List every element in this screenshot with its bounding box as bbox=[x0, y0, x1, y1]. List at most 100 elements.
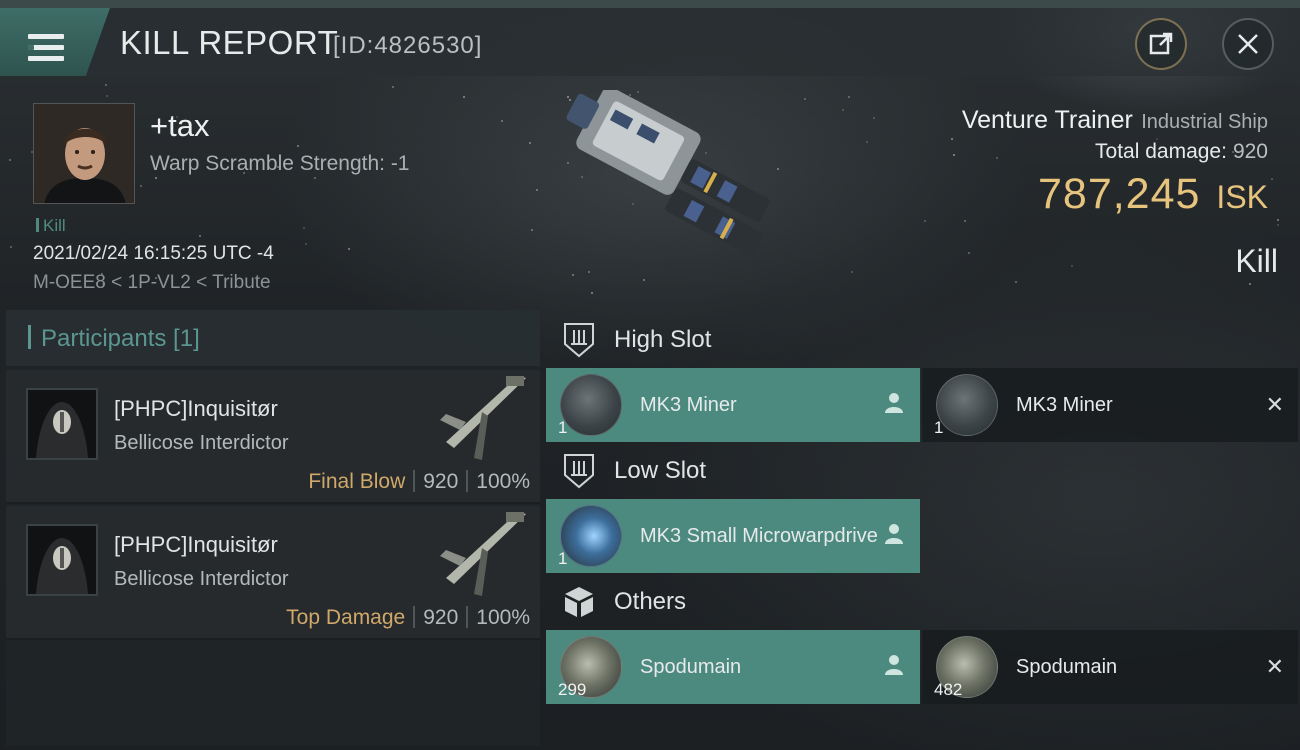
star bbox=[314, 177, 316, 179]
star bbox=[1071, 265, 1073, 267]
kill-tag: Kill bbox=[36, 216, 66, 236]
item-icon bbox=[560, 505, 622, 567]
participant-avatar[interactable] bbox=[26, 388, 98, 460]
star bbox=[463, 96, 465, 98]
person-icon bbox=[885, 655, 903, 675]
star bbox=[924, 220, 926, 222]
participant-ship: Bellicose Interdictor bbox=[114, 432, 289, 454]
star bbox=[848, 96, 850, 98]
avatar bbox=[34, 104, 134, 203]
star bbox=[297, 145, 299, 147]
close-icon bbox=[1238, 34, 1258, 54]
participant-row[interactable]: [PHPC]Inquisitør Bellicose Interdictor F… bbox=[6, 370, 540, 504]
star bbox=[842, 109, 844, 111]
share-icon bbox=[1149, 32, 1173, 55]
star bbox=[964, 220, 966, 222]
star bbox=[1015, 281, 1017, 283]
item-name: Spodumain bbox=[640, 656, 742, 678]
item-dropped[interactable]: 1 MK3 Miner bbox=[546, 368, 920, 442]
avatar bbox=[28, 526, 96, 594]
star bbox=[348, 248, 350, 250]
total-damage-value: 920 bbox=[1232, 140, 1268, 163]
share-button[interactable] bbox=[1135, 18, 1187, 70]
header-bar: KILL REPORT [ID:4826530] bbox=[0, 0, 1300, 80]
item-icon bbox=[560, 374, 622, 436]
star bbox=[1249, 283, 1251, 285]
item-destroyed[interactable]: 482 Spodumain ✕ bbox=[922, 630, 1298, 704]
participant-name: [PHPC]Inquisitør bbox=[114, 532, 278, 557]
participant-name: [PHPC]Inquisitør bbox=[114, 396, 278, 421]
avatar bbox=[28, 390, 96, 458]
total-damage-label: Total damage: bbox=[1095, 140, 1227, 163]
others-header: Others bbox=[548, 574, 1298, 634]
item-name: Spodumain bbox=[1016, 656, 1118, 678]
box-icon bbox=[565, 587, 593, 617]
person-icon bbox=[885, 393, 903, 413]
star bbox=[1271, 178, 1273, 180]
total-damage: Total damage: 920 bbox=[1095, 140, 1268, 164]
participant-percent: 100% bbox=[476, 606, 530, 629]
low-slot-header: Low Slot bbox=[548, 443, 1298, 503]
participant-role: Final Blow bbox=[308, 470, 406, 493]
isk-unit: ISK bbox=[1216, 179, 1268, 215]
item-qty: 1 bbox=[558, 418, 568, 437]
item-qty: 299 bbox=[558, 680, 587, 699]
item-destroyed[interactable]: 1 MK3 Miner ✕ bbox=[922, 368, 1298, 442]
item-qty: 1 bbox=[558, 549, 568, 568]
person-icon bbox=[885, 524, 903, 544]
participant-role: Top Damage bbox=[286, 606, 406, 629]
participant-damage: 920 bbox=[423, 470, 459, 493]
item-name: MK3 Miner bbox=[1016, 394, 1113, 416]
ship-info: Venture Trainer Industrial Ship bbox=[962, 106, 1268, 135]
star bbox=[996, 157, 998, 159]
high-slot-icon bbox=[564, 323, 594, 358]
star bbox=[866, 141, 868, 143]
kill-datetime: 2021/02/24 16:15:25 UTC -4 bbox=[33, 243, 274, 264]
star bbox=[501, 120, 503, 122]
page-title: KILL REPORT bbox=[120, 24, 339, 61]
isk-value-line: 787,245 ISK bbox=[1038, 170, 1268, 219]
star bbox=[951, 138, 953, 140]
header-accent-line bbox=[0, 0, 1300, 8]
x-icon: ✕ bbox=[1265, 654, 1284, 679]
participant-row[interactable]: [PHPC]Inquisitør Bellicose Interdictor T… bbox=[6, 506, 540, 640]
victim-portrait[interactable] bbox=[33, 103, 135, 204]
low-slot-icon bbox=[564, 454, 594, 489]
star bbox=[199, 235, 201, 237]
star bbox=[873, 117, 875, 119]
close-button[interactable] bbox=[1222, 18, 1274, 70]
kill-type: Kill bbox=[1235, 243, 1278, 279]
star bbox=[303, 227, 305, 229]
item-qty: 1 bbox=[934, 418, 944, 437]
participant-stats: Top Damage 920 100% bbox=[286, 606, 530, 630]
hamburger-icon[interactable] bbox=[28, 34, 64, 64]
star bbox=[140, 185, 142, 187]
item-name: MK3 Small Microwarpdrive bbox=[640, 525, 878, 547]
ship-name[interactable]: Venture Trainer bbox=[962, 106, 1133, 134]
participants-title: Participants [1] bbox=[28, 325, 200, 353]
report-id: [ID:4826530] bbox=[333, 32, 483, 59]
participant-avatar[interactable] bbox=[26, 524, 98, 596]
item-qty: 482 bbox=[934, 680, 963, 699]
star bbox=[1277, 219, 1279, 221]
item-name: MK3 Miner bbox=[640, 394, 737, 416]
star bbox=[953, 154, 955, 156]
star bbox=[10, 246, 12, 248]
low-slot-label: Low Slot bbox=[614, 457, 707, 484]
warp-scramble-strength: Warp Scramble Strength: -1 bbox=[150, 152, 410, 175]
item-icon bbox=[936, 374, 998, 436]
star bbox=[106, 95, 108, 97]
item-dropped[interactable]: 299 Spodumain bbox=[546, 630, 920, 704]
star bbox=[851, 271, 853, 273]
participant-damage: 920 bbox=[423, 606, 459, 629]
star bbox=[392, 86, 394, 88]
others-label: Others bbox=[614, 588, 687, 615]
star bbox=[155, 177, 157, 179]
victim-name: +tax bbox=[150, 108, 210, 143]
item-dropped[interactable]: 1 MK3 Small Microwarpdrive bbox=[546, 499, 920, 573]
star bbox=[105, 84, 107, 86]
isk-value: 787,245 bbox=[1037, 170, 1201, 218]
star bbox=[305, 243, 307, 245]
participant-ship: Bellicose Interdictor bbox=[114, 568, 289, 590]
participant-ship-image bbox=[440, 512, 526, 596]
